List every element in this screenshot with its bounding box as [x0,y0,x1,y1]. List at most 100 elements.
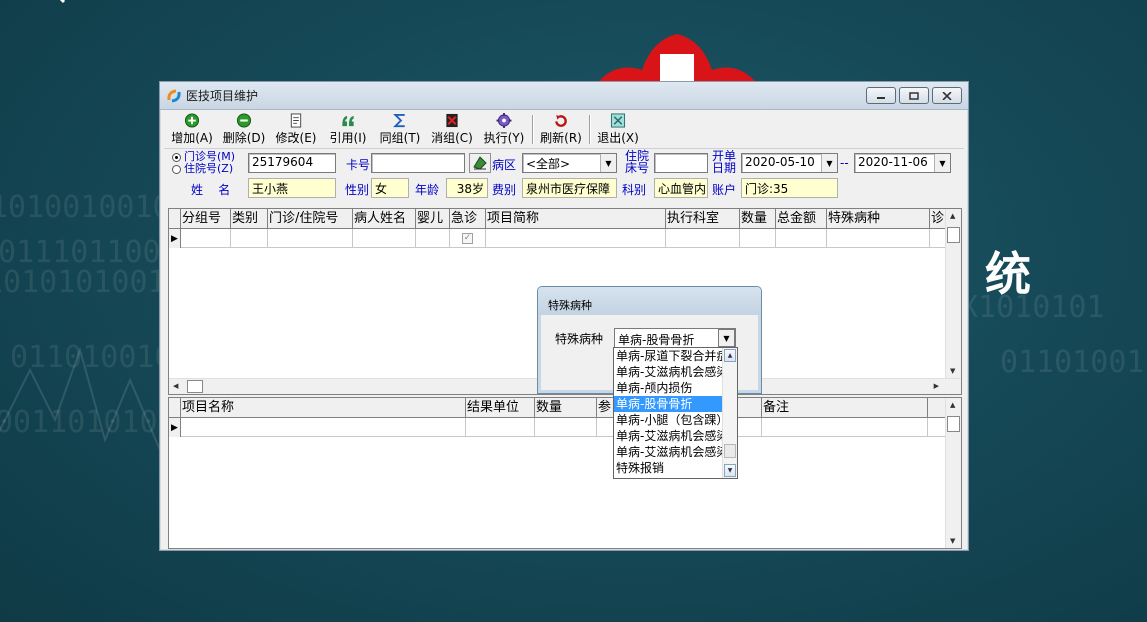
column-header[interactable]: 项目名称 [181,398,466,417]
toolbar-separator [532,115,533,144]
chevron-down-icon[interactable]: ▼ [718,329,735,347]
order-date-label-line2: 日期 [712,161,737,175]
column-header[interactable]: 病人姓名 [353,209,416,228]
gender-field: 女 [371,178,409,198]
patient-id-input[interactable]: 25179604 [248,153,336,173]
minimize-icon [877,96,885,99]
card-reader-icon[interactable] [469,153,491,173]
scroll-up-icon[interactable]: ▲ [950,212,955,220]
date-from-value: 2020-05-10 [745,155,815,169]
special-disease-select[interactable]: 单病-股骨骨折 ▼ [614,328,736,348]
exit-button[interactable]: 退出(X) [592,113,644,146]
minimize-button[interactable] [866,87,896,104]
title-bar[interactable]: 医技项目维护 [160,82,968,110]
grid-header: 分组号 类别 门诊/住院号 病人姓名 婴儿 急诊 项目简称 执行科室 数量 总金… [169,209,961,229]
dropdown-option[interactable]: 单病-颅内损伤 [614,380,724,396]
add-button[interactable]: 增加(A) [166,113,218,146]
column-header[interactable]: 分组号 [181,209,231,228]
special-disease-dropdown-list[interactable]: 单病-尿道下裂合并症 单病-艾滋病机会感染 单病-颅内损伤 单病-股骨骨折 单病… [613,347,738,479]
app-logo-icon [167,89,181,102]
column-header[interactable]: 数量 [535,398,597,417]
chevron-down-icon[interactable]: ▼ [600,154,616,172]
delete-icon [236,113,252,128]
radio-inpatient-label: 住院号(Z) [184,162,234,175]
dropdown-option[interactable]: 单病-小腿（包含踝） [614,412,724,428]
radio-outpatient-button[interactable] [172,152,181,162]
id-type-radio-group: 门诊号(M) 住院号(Z) [172,151,235,175]
ungroup-button-label: 消组(C) [431,131,473,145]
scroll-down-icon[interactable]: ▼ [950,367,955,375]
age-label: 年龄 [415,183,440,197]
bed-number-input[interactable] [654,153,708,173]
dropdown-option[interactable]: 单病-艾滋病机会感染 [614,428,724,444]
scrollbar-thumb[interactable] [947,416,960,432]
execute-button-label: 执行(Y) [483,131,525,145]
department-label: 科别 [622,183,647,197]
chevron-down-icon[interactable]: ▼ [934,154,950,172]
reference-button[interactable]: 引用(I) [322,113,374,146]
patient-name-field: 王小燕 [248,178,336,198]
scroll-down-icon[interactable]: ▼ [724,464,736,477]
emergency-checkbox[interactable]: ✓ [462,233,473,244]
date-to-picker[interactable]: 2020-11-06 ▼ [854,153,951,173]
add-icon [184,113,200,128]
close-button[interactable] [932,87,962,104]
execute-button[interactable]: 执行(Y) [478,113,530,146]
scroll-down-icon[interactable]: ▼ [950,537,955,545]
add-button-label: 增加(A) [171,131,213,145]
age-field: 38岁 [446,178,488,198]
date-range-separator: -- [840,156,849,170]
edit-button[interactable]: 修改(E) [270,113,322,146]
maximize-button[interactable] [899,87,929,104]
order-date-label: 开单 日期 [712,150,736,174]
ungroup-button[interactable]: 消组(C) [426,113,478,146]
dropdown-option-selected[interactable]: 单病-股骨骨折 [614,396,724,412]
vertical-scrollbar[interactable]: ▲ ▼ [945,209,961,378]
scroll-up-icon[interactable]: ▲ [724,349,736,362]
column-header[interactable]: 特殊病种 [827,209,930,228]
dropdown-option[interactable]: 单病-艾滋病机会感染 [614,364,724,380]
current-row-indicator-icon: ▶ [169,418,181,437]
group-button-label: 同组(T) [379,131,421,145]
card-label: 卡号 [346,158,371,172]
column-header[interactable]: 结果单位 [466,398,535,417]
name-label: 姓 名 [191,183,231,197]
scrollbar-thumb[interactable] [724,444,736,458]
column-header[interactable]: 数量 [740,209,776,228]
background-wave-decoration [0,346,161,451]
scroll-right-icon[interactable]: ▶ [934,382,939,390]
scroll-up-icon[interactable]: ▲ [950,401,955,409]
gear-icon [496,113,512,128]
column-header[interactable]: 执行科室 [666,209,740,228]
chevron-down-icon[interactable]: ▼ [821,154,837,172]
table-row[interactable]: ▶ ✓ [169,229,961,248]
column-header[interactable]: 备注 [762,398,928,417]
exit-icon [610,113,626,128]
column-header[interactable]: 急诊 [450,209,486,228]
scrollbar-thumb[interactable] [187,380,203,393]
column-header[interactable]: 婴儿 [416,209,450,228]
ward-select[interactable]: <全部> ▼ [522,153,617,173]
delete-button[interactable]: 删除(D) [218,113,270,146]
vertical-scrollbar[interactable]: ▲ ▼ [945,398,961,548]
radio-inpatient-button[interactable] [172,164,181,174]
radio-inpatient[interactable]: 住院号(Z) [172,163,235,175]
dropdown-option[interactable]: 特殊报销 [614,460,724,476]
column-header[interactable]: 总金额 [776,209,827,228]
column-header[interactable]: 门诊/住院号 [268,209,353,228]
column-header[interactable]: 项目简称 [486,209,666,228]
account-field: 门诊:35 [741,178,838,198]
group-button[interactable]: 同组(T) [374,113,426,146]
scroll-left-icon[interactable]: ◀ [173,382,178,390]
fee-type-label: 费别 [492,183,517,197]
scrollbar-thumb[interactable] [947,227,960,243]
refresh-button[interactable]: 刷新(R) [535,113,587,146]
dropdown-scrollbar[interactable]: ▲ ▼ [722,348,737,478]
patient-form: 门诊号(M) 住院号(Z) 25179604 卡号 病区 <全部> ▼ 住院 床… [164,149,964,205]
dropdown-option[interactable]: 单病-尿道下裂合并症 [614,348,724,364]
dropdown-option[interactable]: 单病-艾滋病机会感染 [614,444,724,460]
table-row[interactable]: ▶ [169,418,961,437]
date-from-picker[interactable]: 2020-05-10 ▼ [741,153,838,173]
column-header[interactable]: 类别 [231,209,268,228]
card-input[interactable] [371,153,465,173]
